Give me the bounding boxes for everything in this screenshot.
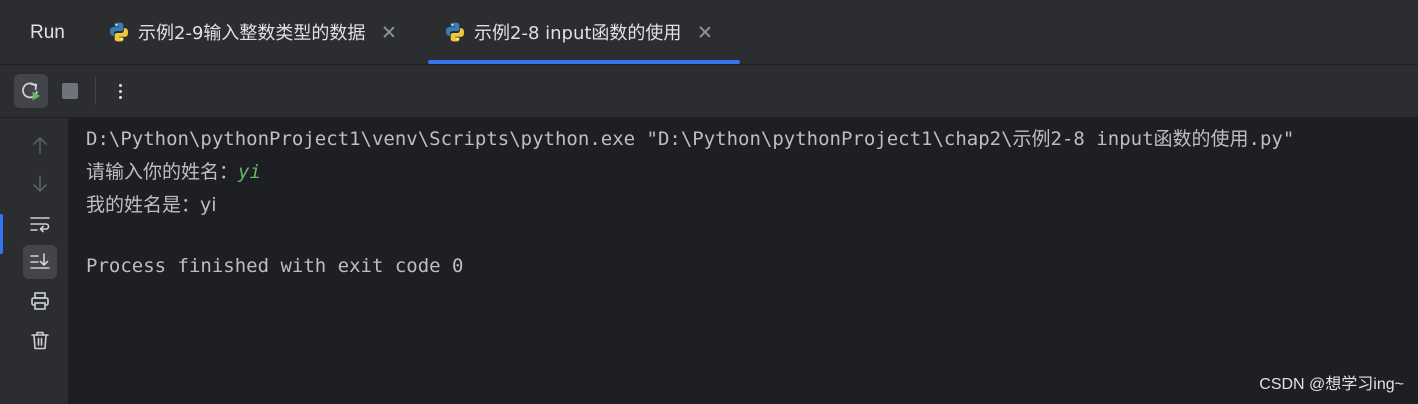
left-edge-marker xyxy=(0,214,3,254)
toolbar-divider xyxy=(95,77,96,105)
python-icon xyxy=(110,22,128,42)
rerun-icon xyxy=(22,82,40,101)
console-gutter xyxy=(0,118,68,404)
active-tab-indicator xyxy=(428,60,740,64)
prompt-text: 请输入你的姓名： xyxy=(86,161,239,183)
print-button[interactable] xyxy=(23,284,57,318)
exit-message: Process finished with exit code 0 xyxy=(86,255,464,277)
next-occurrence-button[interactable] xyxy=(23,167,57,201)
tab-label: 示例2-8 input函数的使用 xyxy=(474,23,682,44)
close-icon[interactable] xyxy=(383,26,395,38)
tab-example-2-9[interactable]: 示例2-9输入整数类型的数据 xyxy=(108,0,395,64)
soft-wrap-icon xyxy=(30,217,50,233)
output-line: 我的姓名是：yi xyxy=(86,194,217,216)
tab-example-2-8[interactable]: 示例2-8 input函数的使用 xyxy=(444,0,711,64)
scroll-to-end-icon xyxy=(30,253,50,269)
run-toolbar xyxy=(0,65,1418,118)
clear-all-button[interactable] xyxy=(23,323,57,357)
stop-icon xyxy=(62,83,78,99)
print-icon xyxy=(31,292,49,310)
close-icon[interactable] xyxy=(699,26,711,38)
stop-button[interactable] xyxy=(53,74,87,108)
python-icon xyxy=(446,22,464,42)
prompt-line: 请输入你的姓名：yi xyxy=(86,157,261,184)
run-title: Run xyxy=(30,22,65,43)
run-window: Run 示例2-9输入整数类型的数据 示例2-8 input函数的使用 D:\P… xyxy=(0,0,1418,404)
command-line: D:\Python\pythonProject1\venv\Scripts\py… xyxy=(86,128,1295,150)
arrow-down-icon xyxy=(33,175,47,192)
run-header: Run 示例2-9输入整数类型的数据 示例2-8 input函数的使用 xyxy=(0,0,1418,65)
arrow-up-icon xyxy=(33,137,47,154)
user-input-text: yi xyxy=(238,161,261,183)
rerun-button[interactable] xyxy=(14,74,48,108)
tab-label: 示例2-9输入整数类型的数据 xyxy=(138,23,366,44)
more-options-button[interactable] xyxy=(103,74,137,108)
previous-occurrence-button[interactable] xyxy=(23,128,57,162)
console-output[interactable]: D:\Python\pythonProject1\venv\Scripts\py… xyxy=(68,118,1418,404)
scroll-to-end-button[interactable] xyxy=(23,245,57,279)
watermark: CSDN @想学习ing~ xyxy=(1259,376,1404,393)
soft-wrap-button[interactable] xyxy=(23,207,57,241)
trash-icon xyxy=(31,331,49,350)
